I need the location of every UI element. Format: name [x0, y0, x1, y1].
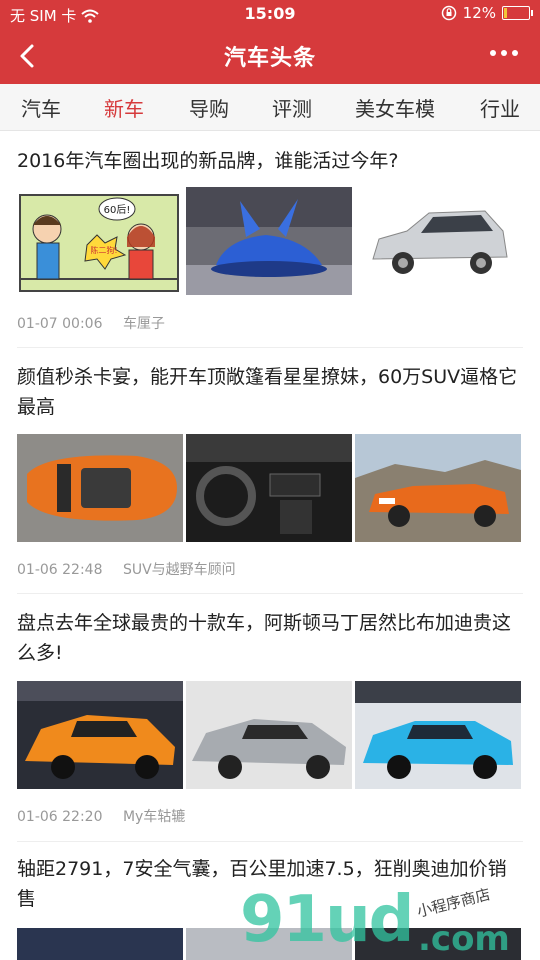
article-source: 车厘子: [122, 316, 165, 332]
silver-hypercar-image: [186, 681, 352, 789]
orange-convertible-top-image: [17, 434, 183, 542]
article-date: 01-06 22:20: [17, 809, 103, 825]
svg-text:60后!: 60后!: [104, 204, 131, 216]
article-meta: 01-06 22:48 SUV与越野车顾问: [17, 559, 252, 579]
more-menu-button[interactable]: [490, 50, 518, 56]
article-item[interactable]: 颜值秒杀卡宴，能开车顶敞篷看星星撩妹，60万SUV逼格它最高 01-06 22:…: [0, 348, 540, 594]
article-item[interactable]: 2016年汽车圈出现的新品牌，谁能活过今年? 60后! 陈二狗! 01-07 0…: [0, 130, 540, 348]
cartoon-image: 60后! 陈二狗!: [17, 187, 183, 295]
article-meta: 01-07 00:06 车厘子: [17, 313, 181, 333]
rotation-lock-icon: [441, 5, 456, 21]
article-date: 01-06 22:48: [17, 562, 103, 578]
watermark-domain: .com: [418, 919, 510, 959]
category-tabs: 汽车 新车 导购 评测 美女车模 行业: [0, 84, 540, 131]
tab-new-cars[interactable]: 新车: [104, 93, 144, 122]
tab-car-models[interactable]: 美女车模: [355, 93, 435, 122]
orange-hypercar-image: [17, 681, 183, 789]
page-title: 汽车头条: [223, 46, 316, 71]
article-title: 2016年汽车圈出现的新品牌，谁能活过今年?: [17, 150, 399, 172]
blue-supercar-image: [186, 187, 352, 295]
tab-auto[interactable]: 汽车: [21, 93, 61, 122]
app-header: 无 SIM 卡 15:09 12% 汽车头条: [0, 0, 540, 84]
status-bar: 无 SIM 卡 15:09 12%: [0, 0, 540, 28]
partial-image-1: [17, 928, 183, 960]
article-date: 01-07 00:06: [17, 316, 103, 332]
tab-industry[interactable]: 行业: [480, 93, 520, 122]
svg-text:陈二狗!: 陈二狗!: [90, 245, 117, 255]
article-item[interactable]: 盘点去年全球最贵的十款车，阿斯顿马丁居然比布加迪贵这么多! 01-06 22:2…: [0, 594, 540, 842]
nav-bar: 汽车头条: [0, 28, 540, 84]
watermark-logo: 91ud: [240, 883, 414, 957]
tab-buying-guide[interactable]: 导购: [189, 93, 229, 122]
car-interior-image: [186, 434, 352, 542]
tab-reviews[interactable]: 评测: [272, 93, 312, 122]
silver-suv-image: [355, 187, 521, 295]
article-title: 盘点去年全球最贵的十款车，阿斯顿马丁居然比布加迪贵这么多!: [17, 612, 512, 664]
orange-convertible-side-image: [355, 434, 521, 542]
article-source: SUV与越野车顾问: [122, 562, 236, 578]
article-title: 颜值秒杀卡宴，能开车顶敞篷看星星撩妹，60万SUV逼格它最高: [17, 366, 518, 418]
blue-bugatti-image: [355, 681, 521, 789]
article-source: My车轱辘: [122, 809, 186, 825]
article-meta: 01-06 22:20 My车轱辘: [17, 806, 201, 826]
battery-icon: [502, 6, 533, 20]
battery-percent: 12%: [462, 4, 496, 22]
